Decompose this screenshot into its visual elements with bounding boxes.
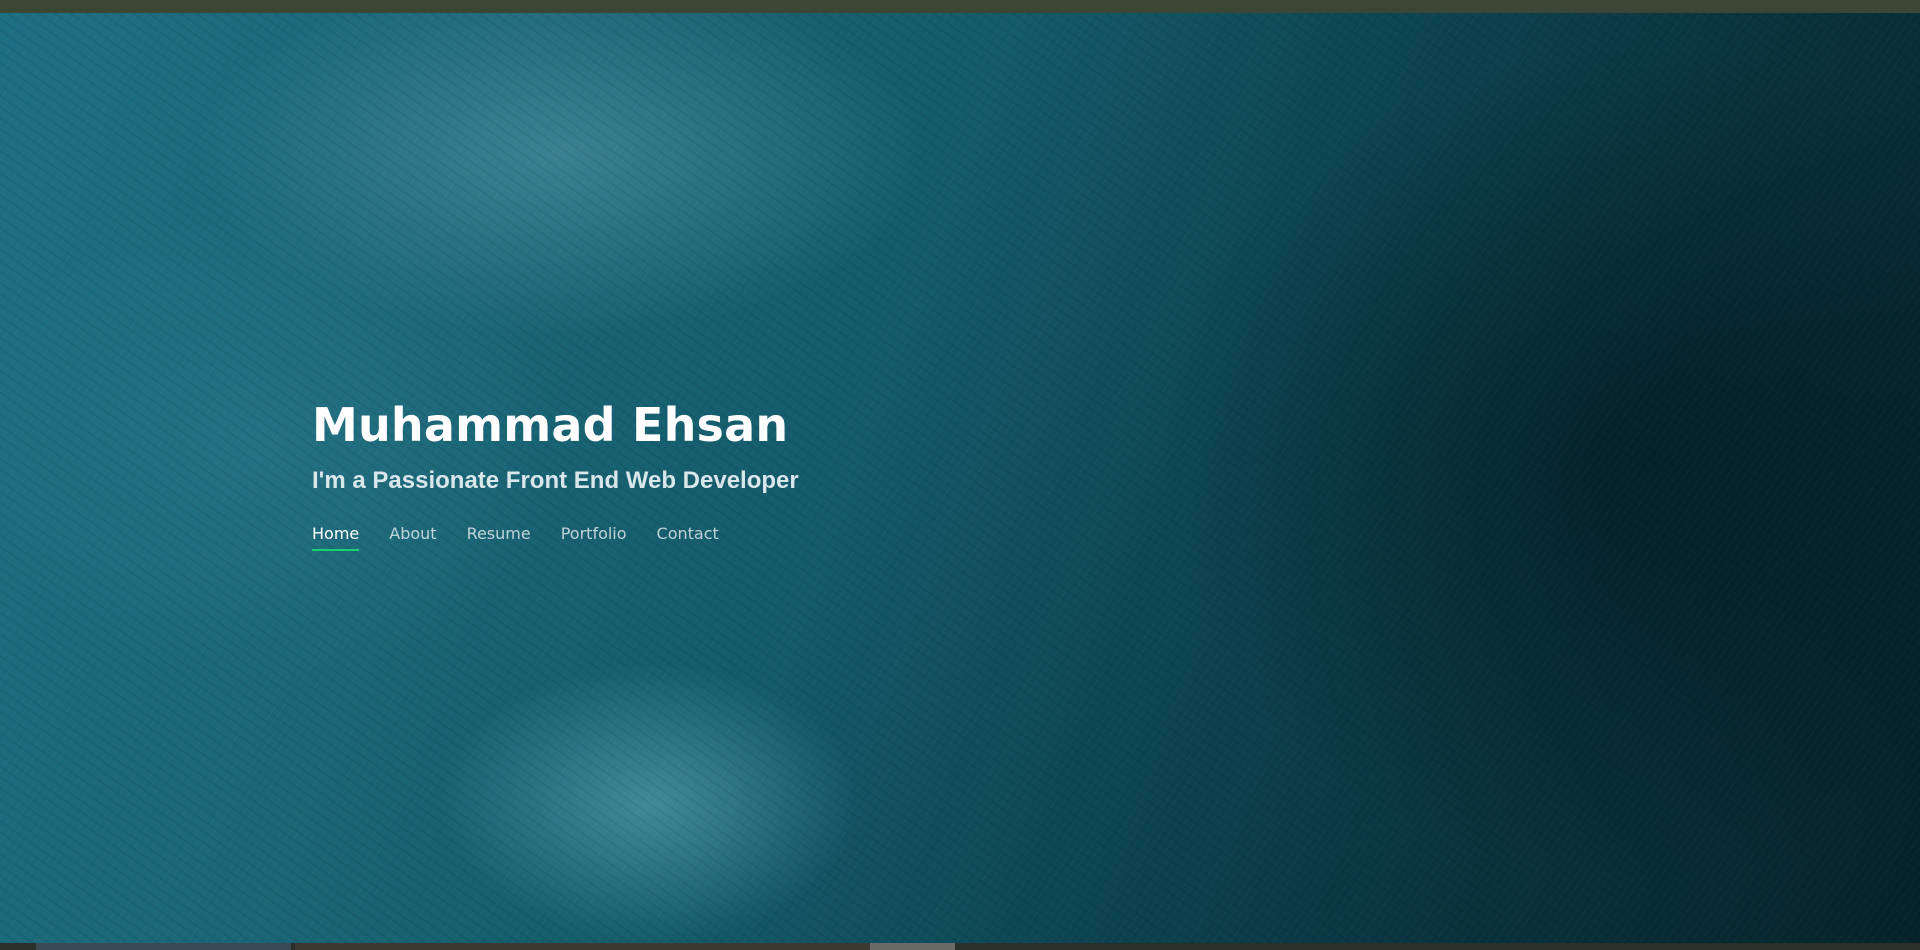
hero-content: Muhammad Ehsan I'm a Passionate Front En… [312,398,799,551]
bottom-segment-mid [295,943,870,950]
nav-link-home[interactable]: Home [312,524,360,551]
bottom-segment-highlight [870,943,955,950]
main-nav: Home About Resume Portfolio Contact [312,524,799,551]
nav-link-about[interactable]: About [389,524,436,551]
hero-section: Muhammad Ehsan I'm a Passionate Front En… [0,13,1920,943]
top-strip [0,0,1920,13]
bottom-segment-left [36,943,291,950]
nav-link-resume[interactable]: Resume [467,524,531,551]
hero-tagline: I'm a Passionate Front End Web Developer [312,467,799,495]
nav-link-contact[interactable]: Contact [657,524,719,551]
nav-link-portfolio[interactable]: Portfolio [561,524,627,551]
hero-name: Muhammad Ehsan [312,398,789,452]
